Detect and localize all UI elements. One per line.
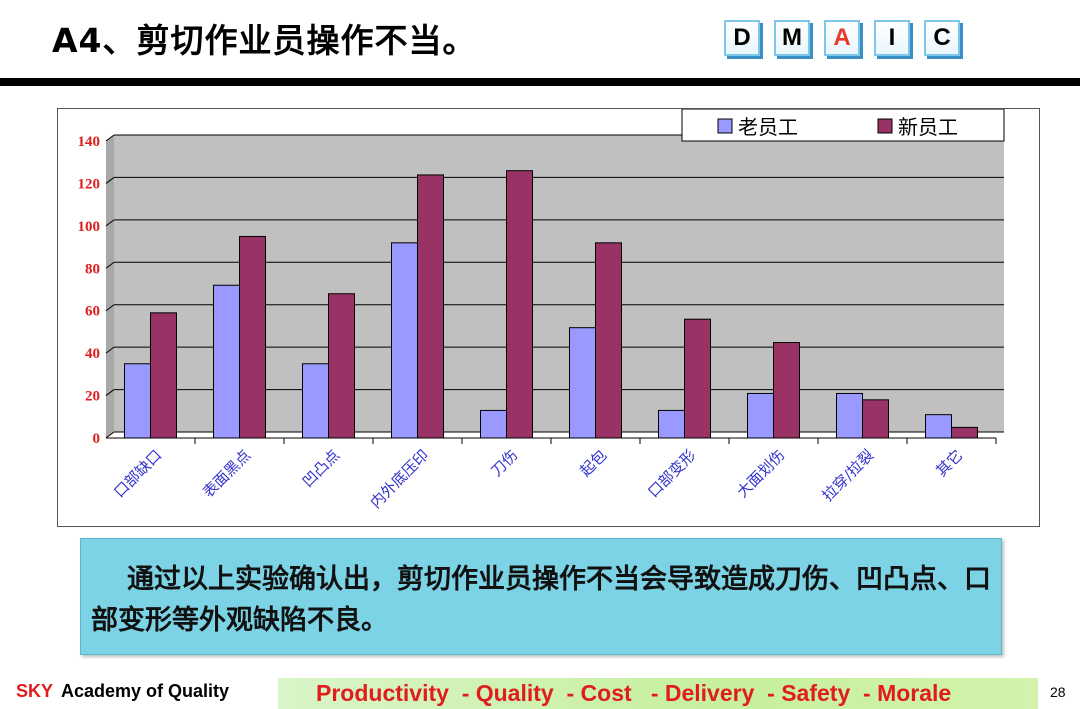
legend-swatch (877, 118, 893, 134)
bar-old (836, 392, 863, 439)
y-tick-label: 0 (93, 431, 101, 447)
x-category-label: 表面黑点 (199, 446, 254, 501)
legend-label: 老员工 (738, 115, 798, 139)
x-category-label: 凹凸点 (299, 446, 344, 491)
y-tick-label: 80 (85, 261, 100, 277)
bar-old (480, 409, 507, 439)
bar-new (862, 399, 889, 439)
x-category-label: 刀伤 (487, 446, 521, 480)
bar-new (239, 235, 266, 439)
dmaic-step-a: A (824, 20, 860, 56)
dmaic-step-d: D (724, 20, 760, 56)
x-category-label: 起包 (576, 446, 610, 480)
x-category-label: 其它 (932, 446, 966, 480)
y-tick-label: 100 (78, 219, 101, 235)
y-tick-label: 40 (85, 346, 100, 362)
chart-frame: 0 20 40 60 80 100 120 140 口部缺口 表面黑点 凹凸点 内外底压印 刀伤 起包 口部… (57, 108, 1040, 527)
bar-new (506, 170, 533, 439)
bar-new (684, 318, 711, 439)
bar-old (747, 392, 774, 439)
conclusion-text: 通过以上实验确认出，剪切作业员操作不当会导致造成刀伤、凹凸点、口部变形等外观缺陷… (91, 564, 991, 636)
bar-new (951, 426, 978, 439)
x-category-label: 口部缺口 (110, 446, 165, 501)
bar-old (213, 284, 240, 439)
y-tick-label: 140 (78, 134, 101, 150)
conclusion-box: 通过以上实验确认出，剪切作业员操作不当会导致造成刀伤、凹凸点、口部变形等外观缺陷… (80, 538, 1002, 655)
legend-label: 新员工 (898, 115, 958, 139)
x-category-label: 大面划伤 (733, 446, 788, 501)
footer-motto: Productivity - Quality - Cost - Delivery… (316, 680, 952, 706)
bar-old (925, 414, 952, 439)
legend-swatch (717, 118, 733, 134)
x-category-label: 内外底压印 (367, 446, 433, 512)
dmaic-step-c: C (924, 20, 960, 56)
bar-new (150, 312, 177, 439)
dmaic-indicator: D M A I C (724, 20, 960, 56)
dmaic-step-m: M (774, 20, 810, 56)
y-tick-label: 60 (85, 304, 100, 320)
dmaic-step-i: I (874, 20, 910, 56)
bar-new (328, 293, 355, 439)
y-tick-label: 20 (85, 389, 100, 405)
x-category-label: 拉穿/拉裂 (819, 446, 878, 505)
footer-motto-bar: Productivity - Quality - Cost - Delivery… (278, 678, 1038, 709)
bar-old (302, 363, 329, 439)
bar-new (595, 242, 622, 439)
bar-new (417, 174, 444, 439)
bar-new (773, 342, 800, 439)
footer-brand: SKY Academy of Quality (16, 681, 229, 702)
slide-title: A4、剪切作业员操作不当。 (52, 21, 477, 60)
bar-chart: 0 20 40 60 80 100 120 140 口部缺口 表面黑点 凹凸点 内外底压印 刀伤 起包 口部… (78, 109, 1005, 512)
brand-name: Academy of Quality (61, 681, 230, 701)
page-number: 28 (1050, 684, 1066, 700)
bar-old (569, 327, 596, 439)
title-divider (0, 78, 1080, 86)
brand-prefix: SKY (16, 681, 54, 701)
bar-old (124, 363, 151, 439)
x-category-label: 口部变形 (644, 446, 699, 501)
y-tick-label: 120 (78, 176, 101, 192)
bar-old (391, 242, 418, 439)
bar-old (658, 409, 685, 439)
